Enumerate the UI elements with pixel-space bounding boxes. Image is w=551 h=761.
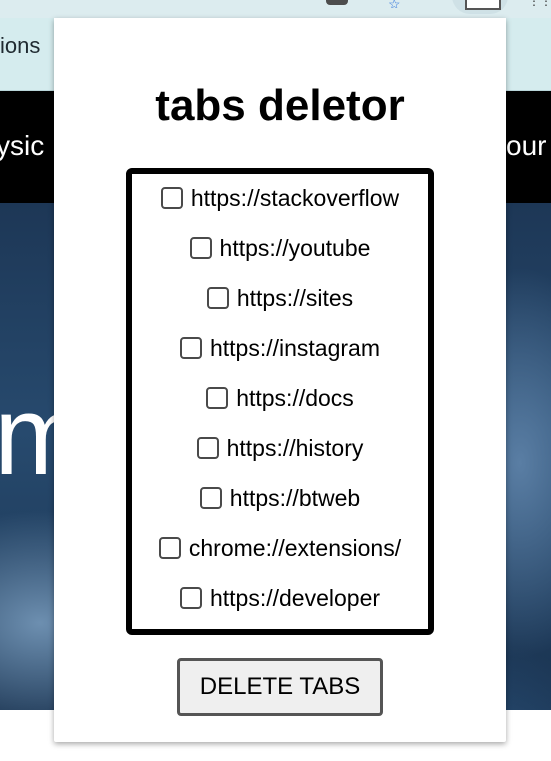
tab-checkbox[interactable] xyxy=(158,537,181,559)
popup-title: tabs deletor xyxy=(155,81,405,130)
tab-checkbox[interactable] xyxy=(179,587,202,609)
tab-label: https://docs xyxy=(236,384,354,411)
tab-list-item: https://docs xyxy=(132,378,428,418)
screen: ☆ ⋮⋮ ions ysic our m tabs deletor https:… xyxy=(0,0,551,761)
tab-list-item: https://youtube xyxy=(132,228,428,268)
tab-list-item: https://history xyxy=(132,428,428,468)
tab-list-item: https://instagram xyxy=(132,328,428,368)
extension-popup: tabs deletor https://stackoverflow https… xyxy=(54,18,506,742)
tab-label: https://stackoverflow xyxy=(190,184,400,211)
tab-label: https://youtube xyxy=(219,234,371,261)
tab-list-item: https://sites xyxy=(132,278,428,318)
tab-list: https://stackoverflow https://youtube ht… xyxy=(126,168,434,635)
tab-label: chrome://extensions/ xyxy=(188,534,402,561)
tab-label: https://history xyxy=(226,434,364,461)
tab-label: https://sites xyxy=(236,284,354,311)
tab-label: https://btweb xyxy=(229,484,361,511)
tab-checkbox[interactable] xyxy=(206,387,229,409)
tab-list-item: https://stackoverflow xyxy=(132,178,428,218)
more-menu-icon[interactable]: ⋮⋮ xyxy=(528,0,550,6)
tab-label: https://instagram xyxy=(209,334,381,361)
tab-checkbox[interactable] xyxy=(160,187,183,209)
site-nav-link-left[interactable]: ysic xyxy=(0,130,44,162)
tab-list-item: https://developer xyxy=(132,578,428,618)
tab-checkbox[interactable] xyxy=(179,337,202,359)
tab-checkbox[interactable] xyxy=(199,487,222,509)
tab-label: https://developer xyxy=(209,584,381,611)
tab-list-item: https://btweb xyxy=(132,478,428,518)
bookmark-item[interactable]: ions xyxy=(0,33,40,59)
tab-checkbox[interactable] xyxy=(196,437,219,459)
site-nav-link-right[interactable]: our xyxy=(506,130,546,162)
tab-checkbox[interactable] xyxy=(189,237,212,259)
tabs-deletor-extension-icon xyxy=(465,0,501,10)
tab-checkbox[interactable] xyxy=(206,287,229,309)
delete-tabs-button[interactable]: DELETE TABS xyxy=(177,658,383,716)
extension-puzzle-icon[interactable] xyxy=(326,0,348,5)
tab-list-item: chrome://extensions/ xyxy=(132,528,428,568)
star-icon[interactable]: ☆ xyxy=(388,0,414,8)
